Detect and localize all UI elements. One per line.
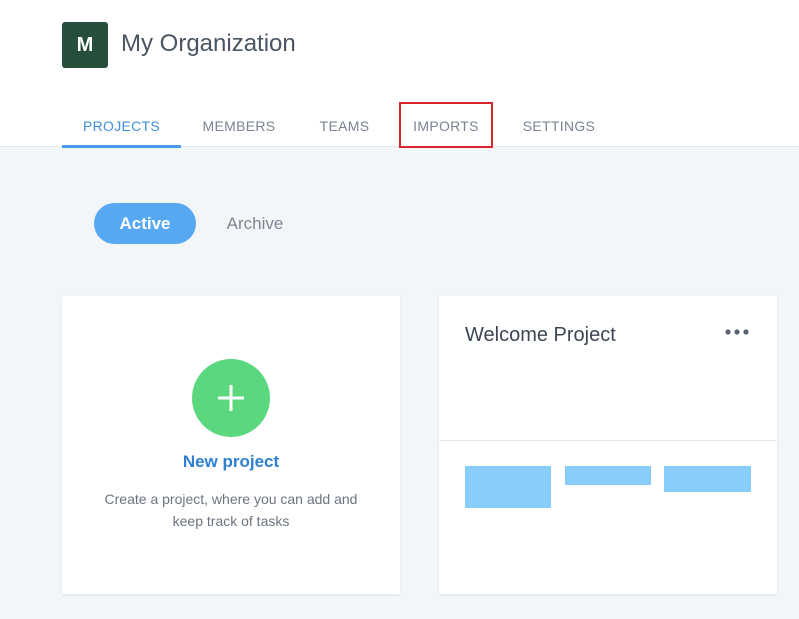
plus-icon [218, 385, 244, 411]
more-horizontal-icon[interactable] [724, 323, 750, 341]
board-preview-column [465, 466, 551, 508]
filter-active-button[interactable]: Active [94, 203, 196, 244]
new-project-title[interactable]: New project [62, 452, 400, 472]
new-project-description: Create a project, where you can add and … [104, 491, 358, 529]
tab-settings[interactable]: SETTINGS [517, 104, 601, 147]
tab-teams[interactable]: TEAMS [312, 104, 377, 147]
welcome-project-card[interactable]: Welcome Project [439, 296, 777, 594]
project-title[interactable]: Welcome Project [465, 324, 616, 347]
org-avatar[interactable]: M [62, 22, 108, 68]
tab-imports[interactable]: IMPORTS [401, 104, 491, 147]
new-project-button[interactable] [192, 359, 270, 437]
card-divider [439, 440, 777, 441]
board-preview-column [664, 466, 751, 492]
filter-archive-button[interactable]: Archive [220, 203, 290, 244]
org-avatar-letter: M [76, 33, 94, 56]
tab-members[interactable]: MEMBERS [193, 104, 285, 147]
new-project-card[interactable]: New project Create a project, where you … [62, 296, 400, 594]
org-header: M My Organization PROJECTS MEMBERS TEAMS… [0, 0, 799, 148]
tab-projects[interactable]: PROJECTS [62, 104, 181, 148]
board-preview-column [565, 466, 651, 485]
org-name: My Organization [121, 30, 296, 57]
